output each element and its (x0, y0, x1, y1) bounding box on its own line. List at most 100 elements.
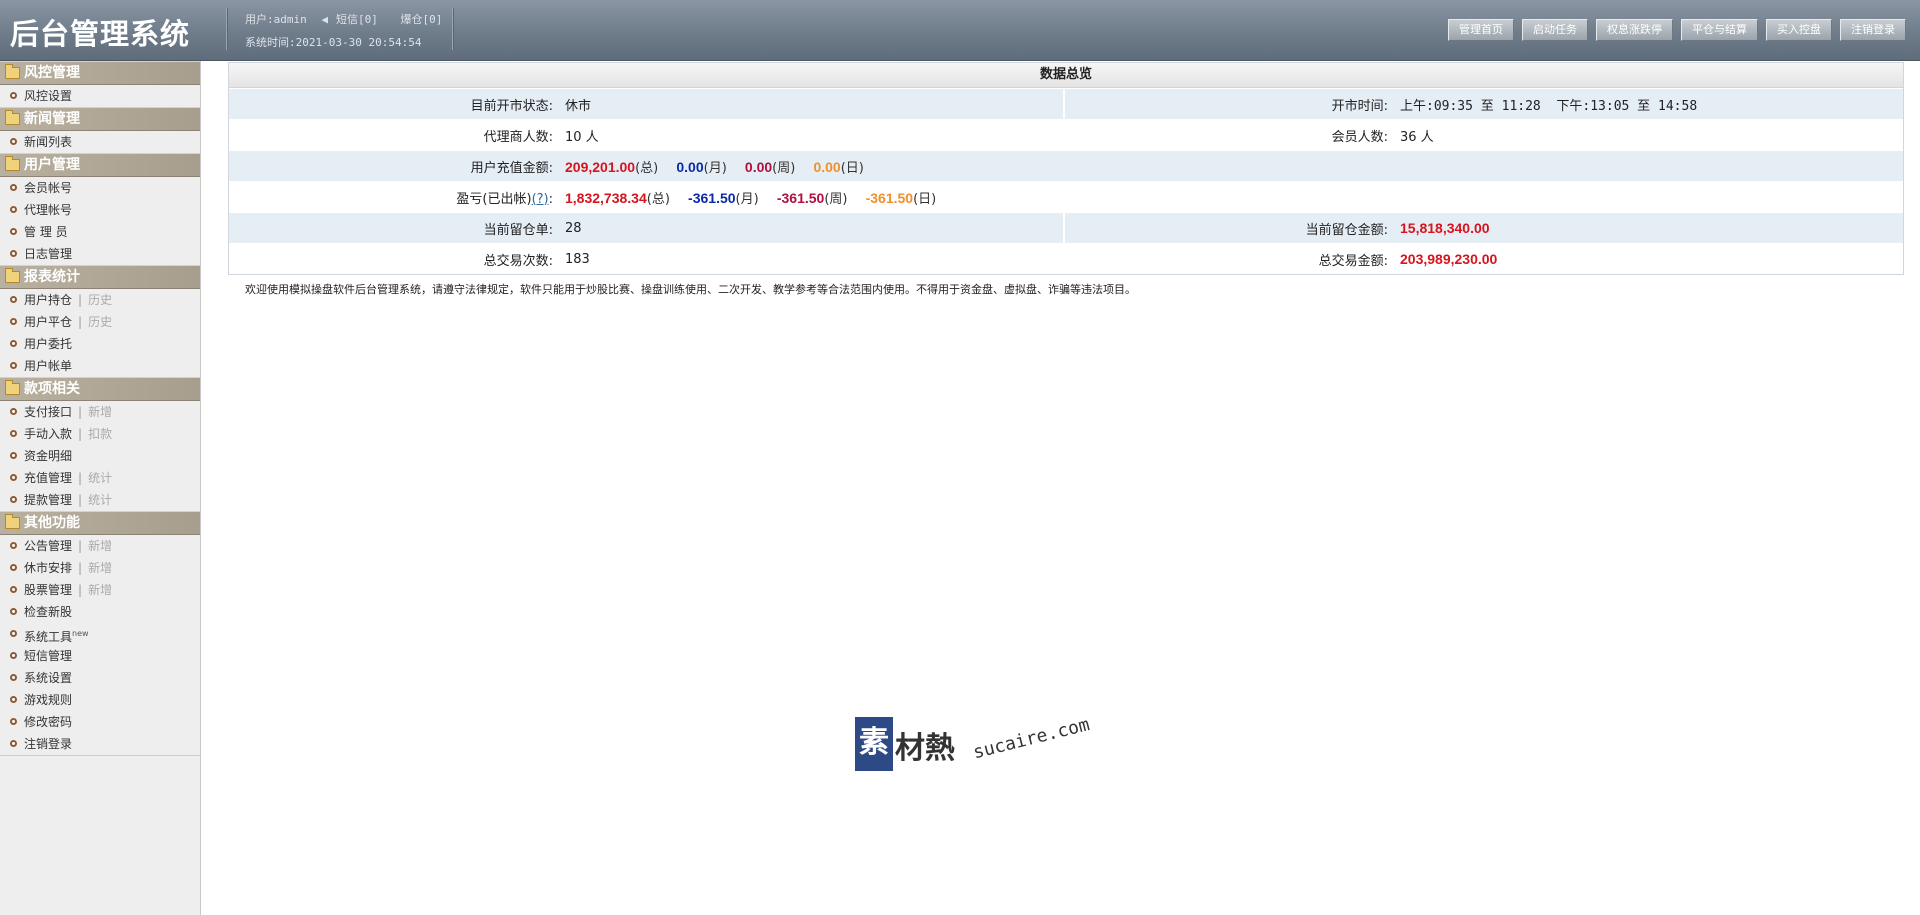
table-row: 用户充值金额: 209,201.00(总) 0.00(月) 0.00(周) 0.… (229, 150, 1903, 182)
pnl-help-link[interactable]: (?) (532, 192, 549, 207)
sidebar-item-user-orders[interactable]: 用户委托 (0, 333, 200, 355)
overview-panel: 数据总览 目前开市状态: 休市 开市时间: 上午:09:35 至 11:28 下… (228, 62, 1904, 275)
system-time: 系统时间:2021-03-30 20:54:54 (245, 36, 422, 49)
bullet-icon (10, 318, 17, 325)
sidebar-category-risk[interactable]: 风控管理 (0, 61, 200, 85)
sidebar-item-admins[interactable]: 管 理 员 (0, 221, 200, 243)
separator: | (78, 405, 83, 419)
add-link[interactable]: 新增 (88, 583, 112, 597)
sidebar-item-logout[interactable]: 注销登录 (0, 733, 200, 755)
sidebar-item-news-list[interactable]: 新闻列表 (0, 131, 200, 153)
top-button-bar: 管理首页 启动任务 权息涨跌停 平仓与结算 买入控盘 注销登录 (1448, 19, 1906, 41)
sidebar-item-agent-accounts[interactable]: 代理帐号 (0, 199, 200, 221)
sidebar-category-news[interactable]: 新闻管理 (0, 107, 200, 131)
separator: | (78, 315, 83, 329)
table-row: 目前开市状态: 休市 开市时间: 上午:09:35 至 11:28 下午:13:… (229, 88, 1903, 120)
bullet-icon (10, 92, 17, 99)
folder-icon (5, 110, 20, 125)
sidebar-category-reports[interactable]: 报表统计 (0, 265, 200, 289)
history-link[interactable]: 历史 (88, 315, 112, 329)
separator: | (78, 293, 83, 307)
sidebar-item-user-bills[interactable]: 用户帐单 (0, 355, 200, 377)
watermark-box: 素 (855, 717, 893, 771)
separator: | (78, 471, 83, 485)
sidebar-item-settings[interactable]: 系统设置 (0, 667, 200, 689)
header-divider (452, 8, 454, 50)
price-limit-button[interactable]: 权息涨跌停 (1596, 19, 1673, 41)
sidebar-item-member-accounts[interactable]: 会员帐号 (0, 177, 200, 199)
liquidation-link[interactable]: 爆仓[0] (401, 13, 443, 26)
recharge-week: 0.00 (744, 158, 773, 175)
main-content: 数据总览 目前开市状态: 休市 开市时间: 上午:09:35 至 11:28 下… (228, 60, 1904, 297)
sidebar-menu: 风控管理 风控设置 新闻管理 新闻列表 用户管理 会员帐号 代理帐号 管 理 员… (0, 61, 200, 756)
bullet-icon (10, 430, 17, 437)
bullet-icon (10, 564, 17, 571)
sidebar: 风控管理 风控设置 新闻管理 新闻列表 用户管理 会员帐号 代理帐号 管 理 员… (0, 61, 201, 915)
agents-value: 10 人 (559, 119, 1064, 151)
pnl-label: 盈亏(已出帐)(?): (229, 181, 559, 213)
open-time-value: 上午:09:35 至 11:28 下午:13:05 至 14:58 (1394, 88, 1903, 120)
start-task-button[interactable]: 启动任务 (1522, 19, 1588, 41)
separator: | (78, 561, 83, 575)
sidebar-item-check-ipo[interactable]: 检查新股 (0, 601, 200, 623)
sidebar-item-sms[interactable]: 短信管理 (0, 645, 200, 667)
bullet-icon (10, 452, 17, 459)
admin-home-button[interactable]: 管理首页 (1448, 19, 1514, 41)
logout-button[interactable]: 注销登录 (1840, 19, 1906, 41)
settlement-button[interactable]: 平仓与结算 (1681, 19, 1758, 41)
open-orders-label: 当前留仓单: (229, 212, 559, 244)
app-title: 后台管理系统 (10, 17, 191, 51)
sidebar-item-fund-details[interactable]: 资金明细 (0, 445, 200, 467)
add-link[interactable]: 新增 (88, 539, 112, 553)
sidebar-item-announcements: 公告管理 | 新增 (0, 535, 200, 557)
open-amount-label: 当前留仓金额: (1063, 212, 1394, 244)
sidebar-category-funds[interactable]: 款项相关 (0, 377, 200, 401)
bullet-icon (10, 496, 17, 503)
folder-icon (5, 64, 20, 79)
stats-link[interactable]: 统计 (88, 493, 112, 507)
history-link[interactable]: 历史 (88, 293, 112, 307)
sidebar-category-other[interactable]: 其他功能 (0, 511, 200, 535)
sidebar-item-recharge-mgmt: 充值管理 | 统计 (0, 467, 200, 489)
open-time-label: 开市时间: (1063, 88, 1394, 120)
top-header: 后台管理系统 用户:admin ◀ 短信[0] 爆仓[0] 系统时间:2021-0… (0, 0, 1920, 61)
bullet-icon (10, 586, 17, 593)
overview-table: 目前开市状态: 休市 开市时间: 上午:09:35 至 11:28 下午:13:… (229, 88, 1903, 274)
bullet-icon (10, 542, 17, 549)
agents-label: 代理商人数: (229, 119, 559, 151)
sidebar-item-game-rules[interactable]: 游戏规则 (0, 689, 200, 711)
sms-link[interactable]: ◀ 短信[0] (321, 13, 386, 26)
add-link[interactable]: 新增 (88, 405, 112, 419)
trade-count-value: 183 (559, 243, 1064, 274)
pnl-values: 1,832,738.34(总) -361.50(月) -361.50(周) -3… (559, 181, 1903, 213)
members-label: 会员人数: (1064, 119, 1394, 151)
bullet-icon (10, 740, 17, 747)
deduct-link[interactable]: 扣款 (88, 427, 112, 441)
stats-link[interactable]: 统计 (88, 471, 112, 485)
bullet-icon (10, 362, 17, 369)
sidebar-category-users[interactable]: 用户管理 (0, 153, 200, 177)
pnl-week: -361.50 (776, 189, 825, 206)
open-orders-value: 28 (559, 212, 1064, 244)
sidebar-item-market-holidays: 休市安排 | 新增 (0, 557, 200, 579)
members-value: 36 人 (1394, 119, 1903, 151)
sidebar-item-change-password[interactable]: 修改密码 (0, 711, 200, 733)
sidebar-item-user-closed: 用户平仓 | 历史 (0, 311, 200, 333)
separator: | (78, 427, 83, 441)
market-status-label: 目前开市状态: (229, 88, 559, 120)
bullet-icon (10, 184, 17, 191)
sidebar-item-system-tools[interactable]: 系统工具new (0, 623, 200, 645)
recharge-month: 0.00 (676, 158, 704, 175)
watermark-en: sucaire.com (971, 714, 1092, 764)
buy-control-button[interactable]: 买入控盘 (1766, 19, 1832, 41)
separator: | (78, 539, 83, 553)
add-link[interactable]: 新增 (88, 561, 112, 575)
legal-notice: 欢迎使用模拟操盘软件后台管理系统，请遵守法律规定，软件只能用于炒股比赛、操盘训练… (245, 283, 1136, 296)
watermark-cn: 材熱 (895, 731, 955, 766)
sidebar-item-logs[interactable]: 日志管理 (0, 243, 200, 265)
recharge-values: 209,201.00(总) 0.00(月) 0.00(周) 0.00(日) (559, 150, 1903, 182)
sidebar-item-risk-settings[interactable]: 风控设置 (0, 85, 200, 107)
bullet-icon (10, 474, 17, 481)
bullet-icon (10, 206, 17, 213)
sidebar-item-withdraw-mgmt: 提款管理 | 统计 (0, 489, 200, 511)
